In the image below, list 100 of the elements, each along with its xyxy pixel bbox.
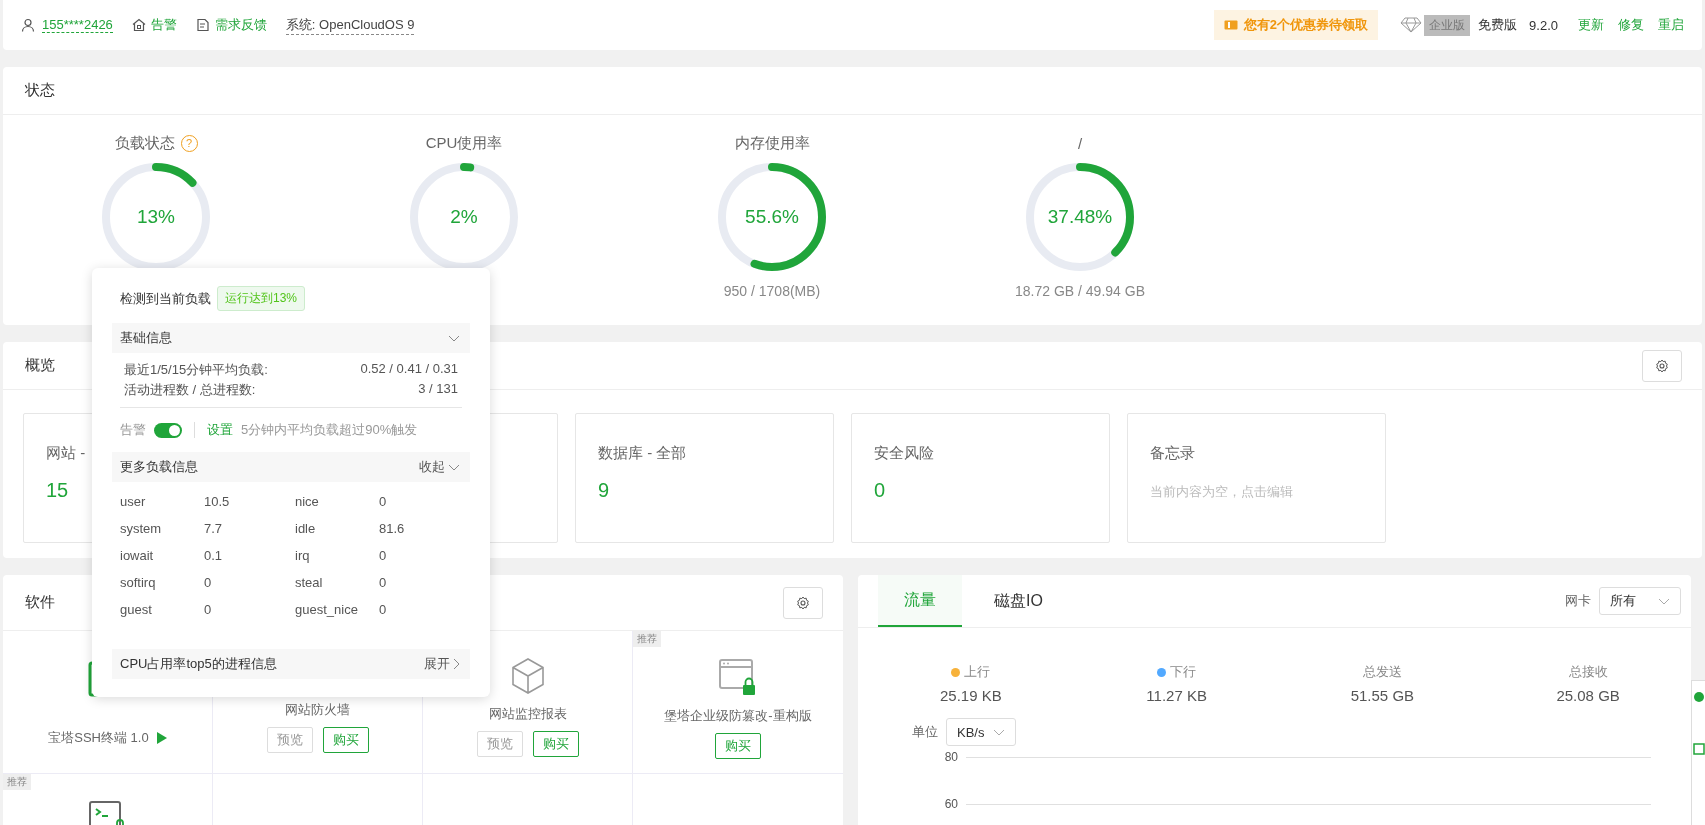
chevron-down-icon <box>1658 597 1670 605</box>
section-header[interactable]: 基础信息 <box>112 323 470 353</box>
stat-label: 上行 <box>964 663 991 681</box>
side-tab[interactable] <box>1691 680 1705 825</box>
system-info: 系统: OpenCloudOS 9 <box>285 15 415 35</box>
coupon-banner[interactable]: 您有2个优惠券待领取 <box>1213 10 1379 40</box>
stat-value: 11.27 KB <box>1146 687 1207 704</box>
preview-button[interactable]: 预览 <box>266 727 313 753</box>
settings-icon <box>1655 358 1669 373</box>
collapse-link[interactable]: 收起 <box>419 458 460 476</box>
stat-value: 25.08 GB <box>1556 687 1620 704</box>
preview-button[interactable]: 预览 <box>476 731 523 757</box>
card-value: 9 <box>598 479 610 502</box>
axis-label: 60 <box>943 797 958 811</box>
select-label: 网卡 <box>1565 592 1591 610</box>
status-badge: 运行达到13% <box>217 286 306 311</box>
gauge-value: 37.48% <box>1047 206 1113 228</box>
play-icon[interactable] <box>156 732 167 744</box>
select-field[interactable]: KB/s <box>946 718 1016 746</box>
card-title: 备忘录 <box>1150 444 1196 463</box>
section-title: CPU占用率top5的进程信息 <box>120 655 277 673</box>
metric-name: irq <box>295 548 311 563</box>
chevron-right-icon <box>453 658 460 670</box>
metric-name: softirq <box>120 575 157 590</box>
expand-link[interactable]: 展开 <box>424 655 460 673</box>
metric-value: 0 <box>379 494 388 509</box>
metric-name: idle <box>295 521 317 536</box>
recommend-tag: 推荐 <box>3 774 31 790</box>
gauge-label: 负载状态 <box>114 133 175 153</box>
metric-value: 0.1 <box>204 548 224 563</box>
toggle-switch[interactable] <box>154 422 182 438</box>
top-link[interactable]: 需求反馈 <box>195 16 267 34</box>
alarm-label: 告警 <box>120 421 146 439</box>
select-field[interactable]: 所有 <box>1599 587 1681 615</box>
info-value: 0.52 / 0.41 / 0.31 <box>360 361 458 378</box>
metric-name: user <box>120 494 147 509</box>
section-title: 更多负载信息 <box>120 458 198 476</box>
overview-card[interactable]: 安全风险 0 <box>851 413 1110 543</box>
memo-placeholder: 当前内容为空，点击编辑 <box>1150 483 1294 501</box>
metric-value: 0 <box>204 602 213 617</box>
popup-heading: 检测到当前负载 <box>120 289 211 308</box>
house-icon <box>131 18 146 32</box>
metric-name: steal <box>295 575 324 590</box>
overview-card[interactable]: 备忘录 当前内容为空，点击编辑 <box>1127 413 1386 543</box>
gauge-detail: 950 / 1708(MB) <box>723 283 821 299</box>
overview-card[interactable]: 数据库 - 全部 9 <box>575 413 834 543</box>
software-name: 网站防火墙 <box>285 701 350 719</box>
settings-button[interactable] <box>783 586 823 619</box>
edition-badge: 企业版 <box>1424 14 1471 36</box>
gauge-value: 55.6% <box>745 206 799 228</box>
metric-value: 10.5 <box>204 494 231 509</box>
gauge-value: 2% <box>450 206 478 228</box>
info-label: 最近1/5/15分钟平均负载: <box>124 361 268 379</box>
buy-button[interactable]: 购买 <box>322 727 369 753</box>
panel-title: 软件 <box>25 593 55 612</box>
gauge-label: CPU使用率 <box>425 133 503 153</box>
card-title: 安全风险 <box>874 444 935 463</box>
metric-name: system <box>120 521 163 536</box>
metric-value: 0 <box>379 548 388 563</box>
action-link[interactable]: 修复 <box>1618 16 1644 34</box>
alarm-note: 5分钟内平均负载超过90%触发 <box>241 421 418 439</box>
stat-label: 总接收 <box>1568 663 1608 681</box>
metric-name: guest <box>120 602 153 617</box>
chat-icon <box>1692 691 1705 703</box>
window-lock-icon <box>718 657 758 697</box>
tab[interactable]: 磁盘IO <box>968 575 1069 627</box>
user-link[interactable]: 155****2426 <box>42 17 113 33</box>
card-title: 网站 - <box>46 444 87 463</box>
edition-label: 免费版 <box>1478 16 1518 34</box>
top-link[interactable]: 告警 <box>131 16 177 34</box>
metric-value: 7.7 <box>204 521 224 536</box>
stat-value: 25.19 KB <box>940 687 1002 704</box>
chevron-down-icon <box>448 463 460 471</box>
settings-link[interactable]: 设置 <box>207 421 233 439</box>
document-icon <box>195 18 210 32</box>
software-name: 宝塔SSH终端 1.0 <box>48 729 149 747</box>
metric-value: 0 <box>204 575 213 590</box>
tab[interactable]: 流量 <box>878 575 962 627</box>
ticket-icon <box>1223 19 1238 31</box>
version-label: 9.2.0 <box>1529 17 1558 33</box>
settings-button[interactable] <box>1642 349 1682 382</box>
panel-title: 概览 <box>25 356 55 375</box>
user-icon <box>21 18 35 32</box>
cube-icon <box>509 657 546 695</box>
chevron-down-icon <box>448 334 460 342</box>
select-label: 单位 <box>912 723 938 741</box>
card-value: 15 <box>46 479 69 502</box>
metric-value: 0 <box>379 575 388 590</box>
action-link[interactable]: 更新 <box>1578 16 1604 34</box>
metric-name: nice <box>295 494 320 509</box>
metric-value: 0 <box>379 602 388 617</box>
action-link[interactable]: 重启 <box>1658 16 1684 34</box>
buy-button[interactable]: 购买 <box>715 733 761 759</box>
recommend-tag: 推荐 <box>633 631 661 647</box>
gauge-detail: 18.72 GB / 49.94 GB <box>1015 283 1145 299</box>
gauge-label: 内存使用率 <box>734 133 810 153</box>
software-name: 堡塔企业级防篡改-重构版 <box>664 707 812 725</box>
gauge-value: 13% <box>137 206 175 228</box>
buy-button[interactable]: 购买 <box>532 731 579 757</box>
info-value: 3 / 131 <box>418 381 458 398</box>
